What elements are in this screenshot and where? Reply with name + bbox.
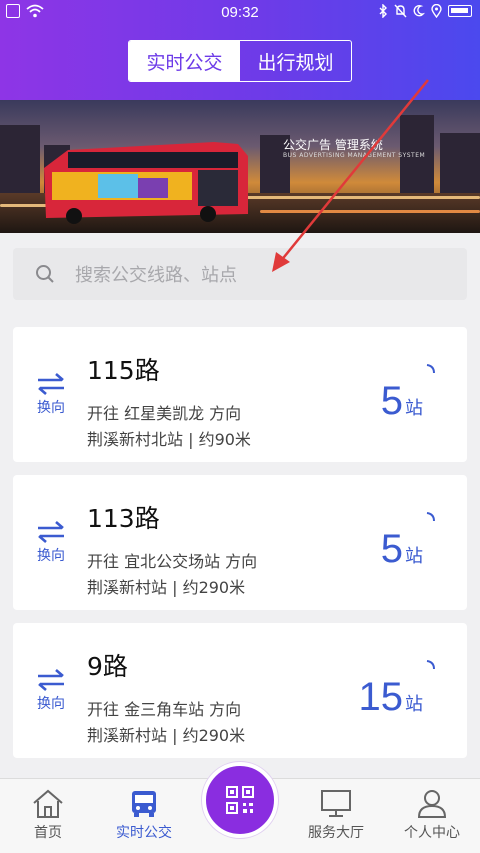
nav-profile[interactable]: 个人中心 <box>384 787 480 842</box>
swap-label: 换向 <box>37 400 65 416</box>
eta-number: 5 <box>380 379 403 423</box>
bus-icon <box>132 791 156 817</box>
nav-label: 首页 <box>34 825 62 841</box>
route-station-distance: 荆溪新村站 | 约290米 <box>87 726 246 745</box>
banner-caption: 公交广告 管理系统 <box>283 138 383 152</box>
eta-unit: 站 <box>405 398 423 419</box>
route-direction: 开往 金三角车站 方向 <box>87 700 242 719</box>
tab-trip-planning[interactable]: 出行规划 <box>240 41 351 81</box>
swap-direction-button[interactable]: 换向 <box>33 520 69 565</box>
route-direction: 开往 宜北公交场站 方向 <box>87 552 258 571</box>
nav-label: 个人中心 <box>404 825 460 841</box>
nav-service-hall[interactable]: 服务大厅 <box>288 787 384 842</box>
banner-building <box>440 133 480 195</box>
nav-home[interactable]: 首页 <box>0 787 96 842</box>
mode-segmented-control: 实时公交 出行规划 <box>128 40 352 82</box>
eta-number: 5 <box>380 527 403 571</box>
swap-arrows-icon <box>38 373 64 395</box>
route-card[interactable]: 换向 9路 开往 金三角车站 方向 荆溪新村站 | 约290米 15 站 <box>13 623 467 758</box>
loading-spinner-icon <box>426 660 435 670</box>
nav-label: 服务大厅 <box>308 825 364 841</box>
eta-stops: 5 站 <box>381 379 423 424</box>
light-streak <box>260 210 480 213</box>
swap-direction-button[interactable]: 换向 <box>33 372 69 417</box>
search-icon <box>36 265 54 283</box>
loading-spinner-icon <box>426 512 435 522</box>
bluetooth-icon <box>379 4 387 18</box>
route-card[interactable]: 换向 115路 开往 红星美凯龙 方向 荆溪新村北站 | 约90米 5 站 <box>13 327 467 462</box>
route-card[interactable]: 换向 113路 开往 宜北公交场站 方向 荆溪新村站 | 约290米 5 站 <box>13 475 467 610</box>
route-direction: 开往 红星美凯龙 方向 <box>87 404 242 423</box>
swap-arrows-icon <box>38 521 64 543</box>
status-right <box>378 4 472 18</box>
scan-qr-button[interactable] <box>202 762 278 838</box>
tab-realtime-bus[interactable]: 实时公交 <box>129 41 240 81</box>
eta-unit: 站 <box>405 694 423 715</box>
header-bar: 09:32 实时公交 出行规划 <box>0 0 480 100</box>
swap-label: 换向 <box>37 696 65 712</box>
location-icon <box>431 4 442 18</box>
eta-stops: 5 站 <box>381 527 423 572</box>
eta-number: 15 <box>358 675 404 719</box>
nav-label: 实时公交 <box>116 825 172 841</box>
banner-building <box>0 125 40 195</box>
route-name: 9路 <box>87 652 128 681</box>
route-station-distance: 荆溪新村站 | 约290米 <box>87 578 246 597</box>
loading-spinner-icon <box>426 364 435 374</box>
search-input[interactable]: 搜索公交线路、站点 <box>75 261 237 287</box>
light-streak <box>240 196 480 199</box>
swap-label: 换向 <box>37 548 65 564</box>
ad-banner[interactable]: 公交广告 管理系统 BUS ADVERTISING MANAGEMENT SYS… <box>0 100 480 233</box>
eta-stops: 15 站 <box>359 675 424 720</box>
swap-direction-button[interactable]: 换向 <box>33 668 69 713</box>
battery-icon <box>448 5 472 17</box>
nav-realtime-bus[interactable]: 实时公交 <box>96 787 192 842</box>
qr-code-icon <box>226 786 254 814</box>
banner-caption-sub: BUS ADVERTISING MANAGEMENT SYSTEM <box>283 152 426 159</box>
route-station-distance: 荆溪新村北站 | 约90米 <box>87 430 251 449</box>
route-name: 115路 <box>87 356 160 385</box>
status-bar: 09:32 <box>0 0 480 26</box>
moon-icon <box>413 4 425 17</box>
double-decker-bus-image <box>44 142 248 224</box>
mute-bell-icon <box>394 4 407 18</box>
eta-unit: 站 <box>405 546 423 567</box>
route-name: 113路 <box>87 504 160 533</box>
search-bar[interactable]: 搜索公交线路、站点 <box>13 248 467 300</box>
monitor-icon <box>321 790 351 817</box>
user-icon <box>417 790 447 818</box>
home-icon <box>33 789 63 818</box>
swap-arrows-icon <box>38 669 64 691</box>
